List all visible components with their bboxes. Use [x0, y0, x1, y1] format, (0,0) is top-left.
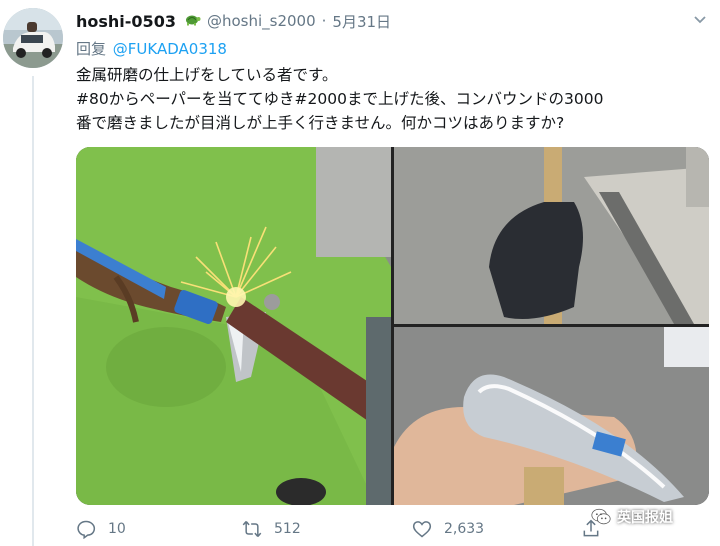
- reply-prefix: 回复: [76, 40, 107, 58]
- heart-icon: [412, 521, 432, 538]
- display-name[interactable]: hoshi-0503: [76, 12, 176, 31]
- photo-hand-holding-tool-icon: [394, 147, 709, 324]
- photo-polished-tool-icon: [394, 327, 709, 505]
- user-handle[interactable]: @hoshi_s2000: [207, 12, 316, 30]
- tweet-text-line: #80からペーパーを当ててゆき#2000まで上げた後、コンバウンドの3000: [76, 90, 604, 108]
- wechat-logo-icon: [591, 508, 611, 525]
- like-button[interactable]: 2,633: [412, 516, 484, 542]
- retweet-button[interactable]: 512: [242, 516, 301, 542]
- reply-context: 回复 @FUKADA0318: [76, 38, 227, 59]
- tweet-header: hoshi-0503 @hoshi_s2000 · 5月31日: [76, 10, 391, 32]
- reply-mention-link[interactable]: @FUKADA0318: [113, 40, 227, 58]
- retweet-icon: [242, 521, 262, 537]
- like-count: 2,633: [444, 521, 485, 537]
- tweet-text-line: 番で磨きましたが目消しが上手く行きません。何かコツはありますか?: [76, 114, 565, 132]
- thread-line: [32, 76, 34, 546]
- turtle-icon: [183, 12, 201, 30]
- tweet-text-line: 金属研磨の仕上げをしている者です。: [76, 66, 338, 84]
- more-options-chevron-down-icon[interactable]: [690, 12, 710, 28]
- watermark-text: 英国报姐: [617, 510, 673, 526]
- photo-hand-holding-tool[interactable]: [394, 147, 709, 324]
- media-grid: [76, 147, 709, 505]
- retweet-count: 512: [274, 521, 301, 537]
- tweet-date[interactable]: 5月31日: [332, 11, 391, 32]
- reply-button[interactable]: 10: [76, 516, 126, 542]
- tweet-text: 金属研磨の仕上げをしている者です。 #80からペーパーを当ててゆき#2000まで…: [76, 63, 706, 135]
- reply-count: 10: [108, 521, 126, 537]
- avatar[interactable]: [3, 8, 63, 68]
- reply-icon: [77, 520, 96, 539]
- tweet: hoshi-0503 @hoshi_s2000 · 5月31日 回复 @FUKA…: [0, 0, 720, 546]
- photo-grinding[interactable]: [76, 147, 391, 505]
- photo-polished-tool[interactable]: [394, 327, 709, 505]
- separator-dot: ·: [321, 12, 327, 30]
- watermark: 英国报姐: [590, 506, 673, 528]
- avatar-image: [3, 8, 63, 68]
- photo-grinding-icon: [76, 147, 391, 505]
